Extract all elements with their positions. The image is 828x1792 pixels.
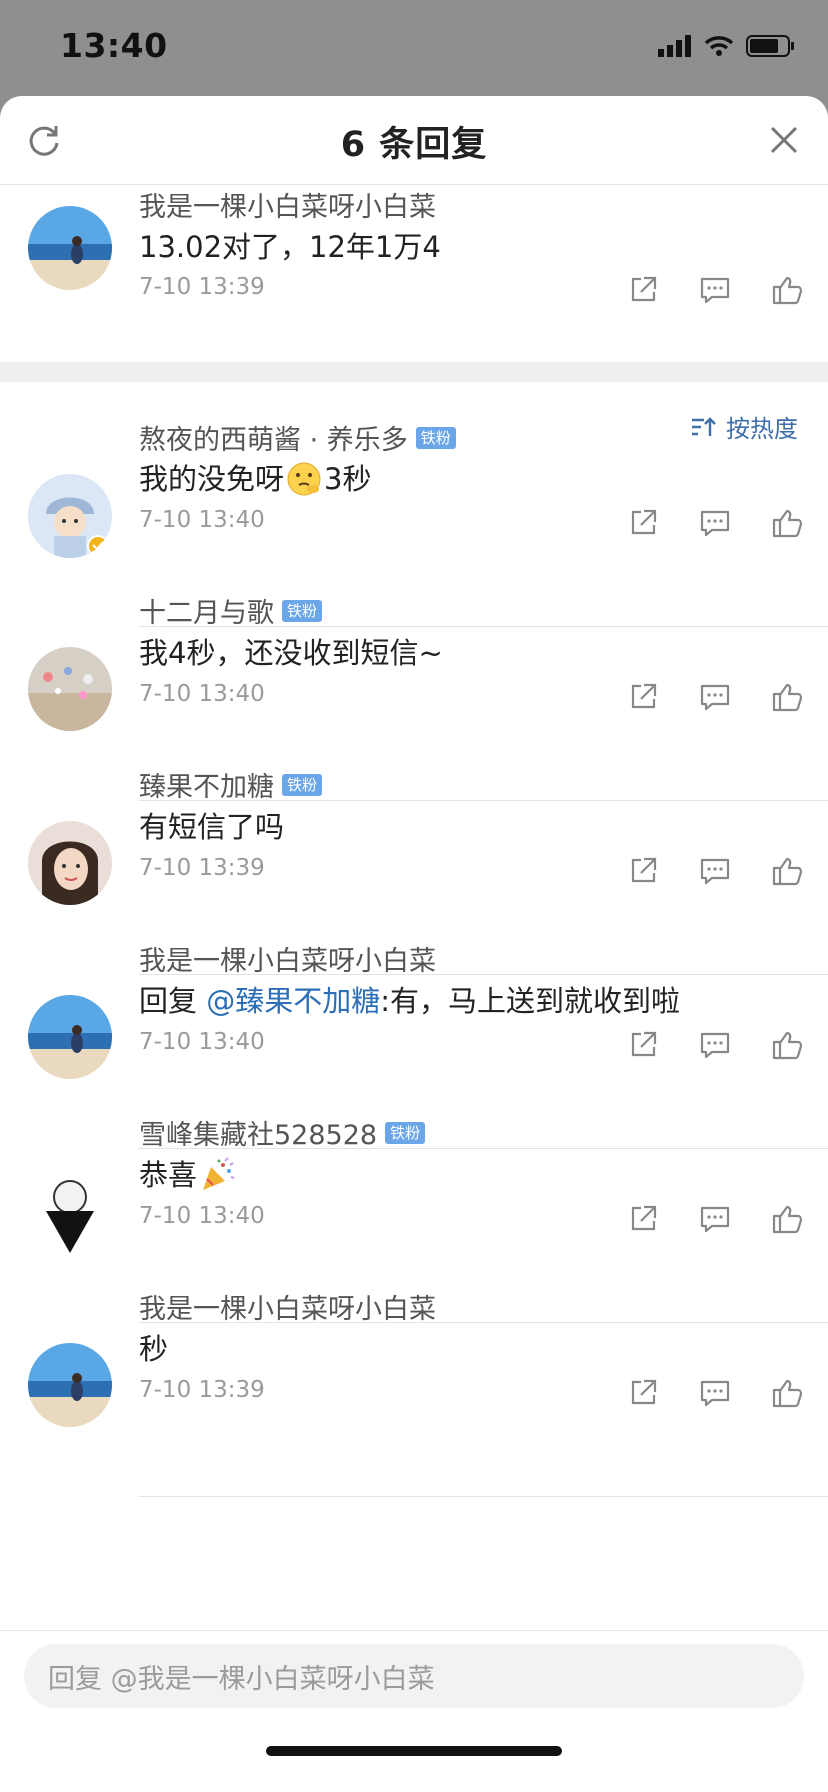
share-icon[interactable] bbox=[626, 854, 660, 888]
like-icon[interactable] bbox=[770, 680, 804, 714]
username[interactable]: 臻果不加糖 铁粉 bbox=[139, 765, 323, 804]
username-text: 雪峰集藏社528528 bbox=[139, 1120, 378, 1151]
username[interactable]: 十二月与歌 铁粉 bbox=[139, 591, 323, 630]
composer-divider bbox=[0, 1630, 828, 1631]
like-icon[interactable] bbox=[770, 1202, 804, 1236]
sheet-header: 6 条回复 bbox=[0, 96, 828, 185]
comment-text: 秒 bbox=[139, 1332, 169, 1366]
thinking-emoji bbox=[287, 462, 321, 496]
username-text: 十二月与歌 bbox=[139, 598, 274, 629]
comment-text-part: 我的没免呀 bbox=[139, 462, 285, 496]
status-bar: 13:40 bbox=[0, 0, 828, 96]
mention-link[interactable]: @臻果不加糖 bbox=[206, 984, 380, 1018]
username-text: 熬夜的西萌酱 · 养乐多 bbox=[139, 425, 408, 456]
like-icon[interactable] bbox=[770, 1376, 804, 1410]
comment-actions bbox=[626, 1201, 804, 1237]
comment-actions bbox=[626, 272, 804, 308]
avatar[interactable] bbox=[28, 206, 112, 290]
like-icon[interactable] bbox=[770, 1028, 804, 1062]
timestamp: 7-10 13:40 bbox=[139, 507, 265, 533]
timestamp: 7-10 13:40 bbox=[139, 1203, 265, 1229]
fan-badge: 铁粉 bbox=[282, 599, 323, 622]
comment-text: 有短信了吗 bbox=[139, 810, 285, 844]
comment-text: 我4秒，还没收到短信~ bbox=[139, 636, 443, 670]
comment-icon[interactable] bbox=[698, 1376, 732, 1410]
comment-actions bbox=[626, 679, 804, 715]
reply-prefix: 回复 bbox=[139, 984, 207, 1018]
share-icon[interactable] bbox=[626, 1202, 660, 1236]
home-indicator bbox=[266, 1746, 562, 1756]
timestamp: 7-10 13:39 bbox=[139, 855, 265, 881]
username[interactable]: 熬夜的西萌酱 · 养乐多 铁粉 bbox=[139, 418, 456, 457]
comment-actions bbox=[626, 1027, 804, 1063]
comment-text-part: :有，马上送到就收到啦 bbox=[380, 984, 681, 1018]
like-icon[interactable] bbox=[770, 506, 804, 540]
close-icon[interactable] bbox=[766, 122, 802, 158]
comment-text: 回复 @臻果不加糖:有，马上送到就收到啦 bbox=[139, 978, 680, 1020]
sort-icon bbox=[692, 416, 716, 436]
comment-text-part: 3秒 bbox=[324, 462, 372, 496]
comment-icon[interactable] bbox=[698, 1202, 732, 1236]
avatar[interactable] bbox=[28, 821, 112, 905]
comment-text-part: 恭喜 bbox=[139, 1158, 198, 1192]
avatar[interactable] bbox=[28, 474, 112, 558]
status-icons bbox=[658, 34, 796, 58]
username-text: 臻果不加糖 bbox=[139, 772, 274, 803]
share-icon[interactable] bbox=[626, 1376, 660, 1410]
replies-sheet: 6 条回复 我是一棵小白菜呀小白菜 13.02对了，12年1万4 7-10 13… bbox=[0, 96, 828, 1792]
section-divider bbox=[0, 362, 828, 382]
share-icon[interactable] bbox=[626, 1028, 660, 1062]
avatar[interactable] bbox=[28, 995, 112, 1079]
row-divider bbox=[139, 1496, 828, 1497]
like-icon[interactable] bbox=[770, 273, 804, 307]
wifi-icon bbox=[704, 36, 734, 56]
comment-icon[interactable] bbox=[698, 1028, 732, 1062]
reply-input[interactable]: 回复 @我是一棵小白菜呀小白菜 bbox=[24, 1644, 804, 1708]
page-title: 6 条回复 bbox=[340, 125, 488, 165]
avatar[interactable] bbox=[28, 647, 112, 731]
username[interactable]: 我是一棵小白菜呀小白菜 bbox=[139, 185, 436, 224]
timestamp: 7-10 13:40 bbox=[139, 1029, 265, 1055]
timestamp: 7-10 13:39 bbox=[139, 1377, 265, 1403]
status-time: 13:40 bbox=[60, 26, 168, 65]
share-icon[interactable] bbox=[626, 506, 660, 540]
timestamp: 7-10 13:39 bbox=[139, 274, 265, 300]
party-popper-emoji bbox=[203, 1157, 235, 1190]
comment-icon[interactable] bbox=[698, 680, 732, 714]
sort-label: 按热度 bbox=[726, 415, 798, 443]
comment-text: 恭喜 bbox=[139, 1152, 235, 1194]
username[interactable]: 雪峰集藏社528528 铁粉 bbox=[139, 1113, 426, 1152]
comment-icon[interactable] bbox=[698, 273, 732, 307]
battery-icon bbox=[746, 35, 794, 57]
comment-icon[interactable] bbox=[698, 506, 732, 540]
avatar[interactable] bbox=[28, 1169, 112, 1253]
username[interactable]: 我是一棵小白菜呀小白菜 bbox=[139, 1287, 436, 1326]
fan-badge: 铁粉 bbox=[385, 1121, 426, 1144]
like-icon[interactable] bbox=[770, 854, 804, 888]
fan-badge: 铁粉 bbox=[415, 426, 456, 449]
comment-text: 我的没免呀 3秒 bbox=[139, 456, 371, 498]
comment-icon[interactable] bbox=[698, 854, 732, 888]
avatar[interactable] bbox=[28, 1343, 112, 1427]
comment-actions bbox=[626, 853, 804, 889]
sort-button[interactable]: 按热度 bbox=[690, 409, 798, 444]
share-icon[interactable] bbox=[626, 273, 660, 307]
username[interactable]: 我是一棵小白菜呀小白菜 bbox=[139, 939, 436, 978]
comment-actions bbox=[626, 1375, 804, 1411]
comment-text: 13.02对了，12年1万4 bbox=[139, 230, 441, 264]
comment-actions bbox=[626, 505, 804, 541]
share-icon[interactable] bbox=[626, 680, 660, 714]
timestamp: 7-10 13:40 bbox=[139, 681, 265, 707]
signal-icon bbox=[658, 35, 691, 57]
fan-badge: 铁粉 bbox=[282, 773, 323, 796]
